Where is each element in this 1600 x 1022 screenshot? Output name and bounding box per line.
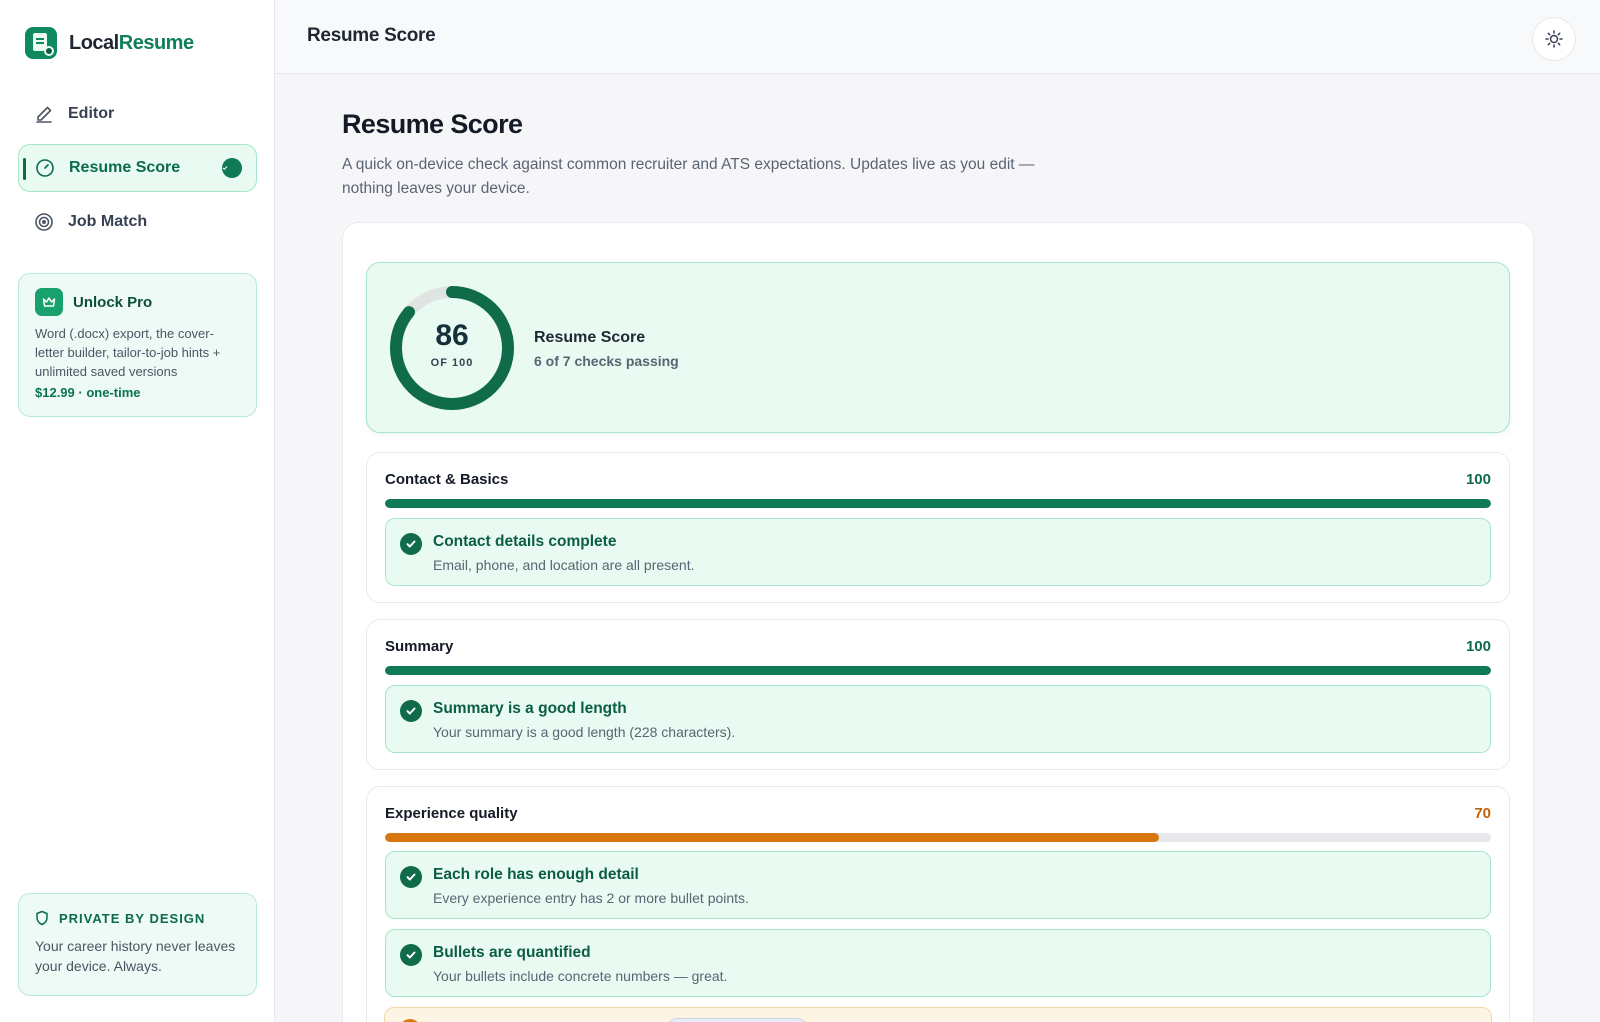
sidebar-item-job-match[interactable]: Job Match <box>18 198 257 246</box>
pro-title: Unlock Pro <box>73 293 153 311</box>
section-title: Summary <box>385 638 454 655</box>
check-title: Each role has enough detail <box>433 866 639 883</box>
check-icon <box>222 158 242 178</box>
check-title: Bullets are quantified <box>433 944 591 961</box>
section-score: 100 <box>1465 638 1491 655</box>
page-description: A quick on-device check against common r… <box>342 156 1035 197</box>
theme-toggle-button[interactable] <box>1532 17 1576 61</box>
unlock-pro-card[interactable]: Unlock Pro Word (.docx) export, the cove… <box>18 273 257 417</box>
section-progress-bar <box>385 666 1491 675</box>
brand-name-second: Resume <box>118 31 194 54</box>
check-description: Your summary is a good length (228 chara… <box>433 724 736 740</box>
check-item: Bullets are quantified Your bullets incl… <box>385 929 1491 997</box>
sun-icon <box>1545 30 1563 48</box>
brand[interactable]: LocalResume <box>25 27 194 59</box>
score-summary: 86 OF 100 Resume Score 6 of 7 checks pas… <box>366 262 1510 433</box>
score-value: 86 <box>435 319 469 352</box>
score-title: Resume Score <box>534 329 646 346</box>
gauge-icon <box>36 159 54 177</box>
score-subtitle: 6 of 7 checks passing <box>534 353 679 369</box>
pencil-icon <box>36 106 52 123</box>
top-bar: Resume Score <box>276 0 1600 74</box>
section-contact-basics: Contact & Basics 100 Contact details com… <box>366 452 1510 603</box>
check-title: Contact details complete <box>433 533 617 550</box>
check-item: Summary is a good length Your summary is… <box>385 685 1491 753</box>
section-progress-bar <box>385 499 1491 508</box>
privacy-card: PRIVATE BY DESIGN Your career history ne… <box>18 893 257 996</box>
sidebar-item-label: Resume Score <box>69 159 181 176</box>
section-experience-quality: Experience quality 70 Each role has enou… <box>366 786 1510 1022</box>
sidebar-item-resume-score[interactable]: Resume Score <box>18 144 257 192</box>
check-title: Summary is a good length <box>433 700 627 717</box>
sidebar-item-label: Editor <box>68 105 115 122</box>
page-title: Resume Score <box>342 109 523 139</box>
check-item: Each role has enough detail Every experi… <box>385 851 1491 919</box>
check-circle-icon <box>400 700 422 722</box>
brand-name: LocalResume <box>69 32 194 55</box>
app-logo-icon <box>25 27 57 59</box>
privacy-description: Your career history never leaves your de… <box>35 938 236 974</box>
topbar-title: Resume Score <box>307 25 436 46</box>
check-item: Contact details complete Email, phone, a… <box>385 518 1491 586</box>
section-title: Contact & Basics <box>385 471 509 488</box>
privacy-title: PRIVATE BY DESIGN <box>59 910 206 926</box>
sidebar-item-label: Job Match <box>68 213 148 230</box>
section-progress-fill <box>385 666 1491 675</box>
check-circle-icon <box>400 944 422 966</box>
section-progress-bar <box>385 833 1491 842</box>
section-score: 100 <box>1465 471 1491 488</box>
check-description: Email, phone, and location are all prese… <box>433 557 695 573</box>
check-circle-icon <box>400 866 422 888</box>
check-description: Your bullets include concrete numbers — … <box>433 968 728 984</box>
score-of-label: OF 100 <box>430 357 474 369</box>
crown-icon <box>35 288 63 316</box>
check-item-warning <box>384 1007 1492 1022</box>
check-circle-icon <box>400 533 422 555</box>
shield-icon <box>36 910 48 926</box>
section-score: 70 <box>1474 805 1491 822</box>
section-summary: Summary 100 Summary is a good length You… <box>366 619 1510 770</box>
section-progress-fill <box>385 499 1491 508</box>
check-description: Every experience entry has 2 or more bul… <box>433 890 749 906</box>
section-progress-fill <box>385 833 1160 842</box>
section-title: Experience quality <box>385 805 518 822</box>
pro-description: Word (.docx) export, the cover-letter bu… <box>35 326 221 379</box>
sidebar-item-editor[interactable]: Editor <box>18 90 257 138</box>
brand-name-first: Local <box>69 31 119 54</box>
sidebar: LocalResume Editor Resume Score Job Matc… <box>0 0 275 1022</box>
check-badge <box>667 1018 807 1022</box>
pro-price: $12.99 · one-time <box>35 385 141 400</box>
target-icon <box>35 213 53 231</box>
